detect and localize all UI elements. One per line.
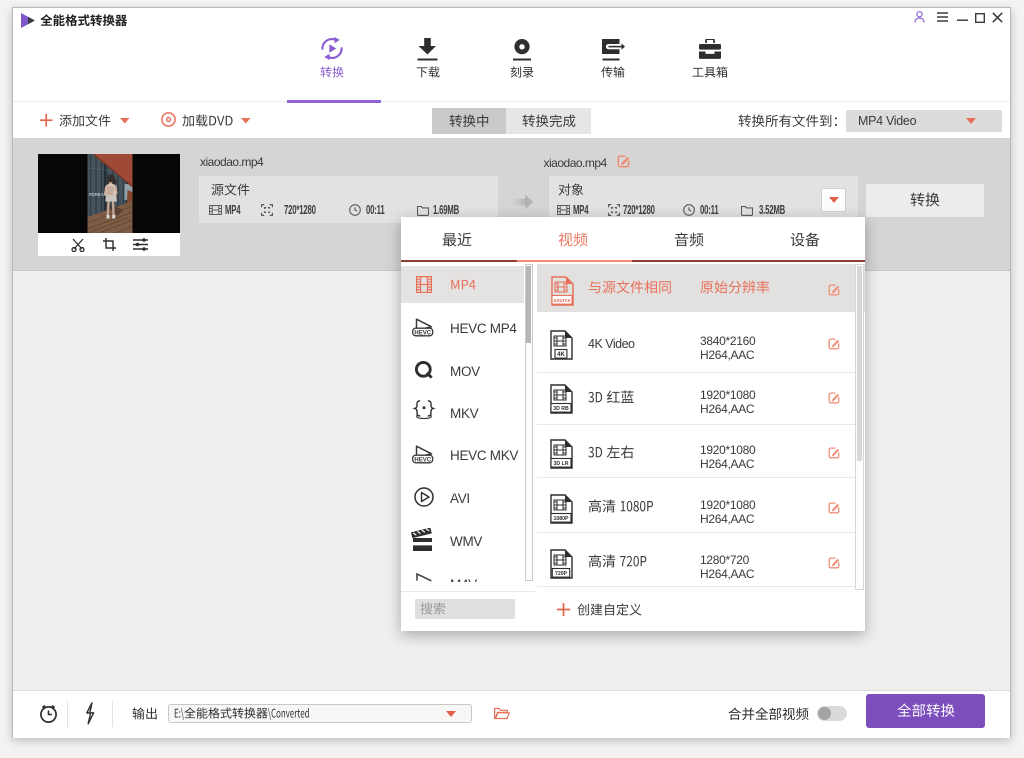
svg-text:3D RB: 3D RB	[553, 406, 569, 412]
svg-text:720P: 720P	[555, 571, 568, 577]
svg-text:3D LR: 3D LR	[554, 461, 569, 467]
svg-text:1080P: 1080P	[553, 516, 569, 522]
svg-text:source: source	[553, 298, 570, 304]
svg-text:4K: 4K	[557, 352, 565, 358]
svg-text:HEVC: HEVC	[414, 457, 431, 463]
svg-text:HEVC: HEVC	[414, 330, 431, 336]
